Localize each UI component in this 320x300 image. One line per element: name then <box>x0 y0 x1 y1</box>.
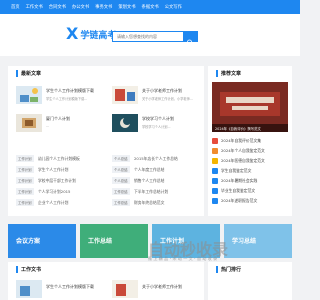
nav-item-office[interactable]: 办公文书 <box>72 4 89 10</box>
nav-item-official[interactable]: 公文写作 <box>165 4 182 10</box>
thumb-image-4[interactable] <box>112 114 138 132</box>
article-title-4[interactable]: 学校学习个人计划 <box>142 116 174 122</box>
latest-title: 最新文章 <box>21 70 42 77</box>
work-header: 工作文书 <box>8 262 204 276</box>
article-title-2[interactable]: 关于小学老师工作计划 <box>142 88 182 94</box>
article-title-3[interactable]: 厦门个人计划 <box>46 116 70 122</box>
rank-item[interactable]: 2024年自我评价范文集 <box>212 136 292 146</box>
list-tag[interactable]: 工作总结 <box>112 188 130 195</box>
site-logo[interactable]: X 学链高考 <box>66 26 116 42</box>
banner-study[interactable]: 学习总结 <box>224 224 292 258</box>
logo-text: 学链高考 <box>80 30 117 41</box>
article-sub-4: 学校学习个人计划... <box>142 125 171 129</box>
list-item[interactable]: 企业个人工作计划 <box>38 200 68 206</box>
list-item[interactable]: 2015年店长个人工作总结 <box>134 156 178 162</box>
rank-item[interactable]: 2024年个人自我鉴定范文 <box>212 146 292 156</box>
hot-title: 热门排行 <box>221 266 242 273</box>
thumb-image-2[interactable] <box>112 86 138 104</box>
list-item[interactable]: 学校中层干部工作计划 <box>38 178 76 184</box>
recommend-header: 推荐文章 <box>208 66 292 80</box>
nav-item-work[interactable]: 工作文书 <box>26 4 43 10</box>
nav-item-home[interactable]: 首页 <box>11 4 20 10</box>
latest-panel: 最新文章 学生个人工作计划模版下载 学生个人工作计划模版下载... 关于小学老师… <box>8 66 204 216</box>
nav-item-contract[interactable]: 合同文书 <box>49 4 66 10</box>
list-tag[interactable]: 个人总结 <box>112 155 130 162</box>
rank-item[interactable]: 2024年医德自我鉴定范文 <box>212 156 292 166</box>
list-item[interactable]: 幼儿园个人工作计划模板 <box>38 156 80 162</box>
article-title-1[interactable]: 学生个人工作计划模版下载 <box>46 88 94 94</box>
search-button[interactable] <box>183 32 197 46</box>
list-item[interactable]: 销售个人工作总结 <box>134 178 164 184</box>
search-box <box>112 31 198 46</box>
rank-list: 2024年自我评价范文集 2024年个人自我鉴定范文 2024年医德自我鉴定范文… <box>212 136 292 206</box>
list-tag[interactable]: 工作计划 <box>16 177 34 184</box>
rank-item[interactable]: 毕业生自我鉴定范文 <box>212 186 292 196</box>
list-tag[interactable]: 工作计划 <box>16 199 34 206</box>
list-item[interactable]: 个人年度工作总结 <box>134 167 164 173</box>
work-article-1[interactable]: 学生个人工作计划模版下载 <box>46 284 94 290</box>
list-item[interactable]: 学生个人工作计划 <box>38 167 68 173</box>
thumb-image-1[interactable] <box>16 86 42 104</box>
rank-item[interactable]: 2024年暑期社会实践 <box>212 176 292 186</box>
list-item[interactable]: 财务年终总结范文 <box>134 200 164 206</box>
article-sub-1: 学生个人工作计划模版下载... <box>46 97 88 101</box>
work-title: 工作文书 <box>21 266 42 273</box>
thumb-image-3[interactable] <box>16 114 42 132</box>
recommend-panel: 推荐文章 2024年《自我评价》撰写范文 2024年自我评价范文集 2024年个… <box>208 66 292 216</box>
list-tag[interactable]: 个人总结 <box>112 166 130 173</box>
article-sub-3: ... <box>46 124 50 128</box>
rank-item[interactable]: 学生自我鉴定范文 <box>212 166 292 176</box>
latest-header: 最新文章 <box>8 66 204 80</box>
featured-caption[interactable]: 2024年《自我评价》撰写范文 <box>215 126 261 131</box>
logo-mark: X <box>66 24 79 43</box>
list-tag[interactable]: 工作计划 <box>16 155 34 162</box>
site-header: X 学链高考 <box>0 14 300 56</box>
article-sub-2: 关于小学老师工作计划，小学老师... <box>142 97 193 101</box>
nav-item-receipts[interactable]: 条据文书 <box>142 4 159 10</box>
list-tag[interactable]: 工作总结 <box>112 199 130 206</box>
nav-item-plan[interactable]: 策划文书 <box>118 4 135 10</box>
list-tag[interactable]: 个人总结 <box>112 177 130 184</box>
list-item[interactable]: 个人学习计划2015 <box>38 189 70 195</box>
work-panel: 工作文书 学生个人工作计划模版下载 关于小学老师工作计划 <box>8 262 204 300</box>
hot-header: 热门排行 <box>208 262 292 276</box>
list-tag[interactable]: 工作计划 <box>16 166 34 173</box>
top-nav: 首页 工作文书 合同文书 办公文书 事务文书 策划文书 条据文书 公文写作 <box>0 0 300 14</box>
recommend-title: 推荐文章 <box>221 70 242 77</box>
list-tag[interactable]: 工作计划 <box>16 188 34 195</box>
nav-item-affairs[interactable]: 事务文书 <box>95 4 112 10</box>
thumb-image-5[interactable] <box>16 280 42 298</box>
thumb-image-6[interactable] <box>112 280 138 298</box>
work-article-2[interactable]: 关于小学老师工作计划 <box>142 284 182 290</box>
list-item[interactable]: 下半年工作总结计划 <box>134 189 168 195</box>
search-icon <box>187 39 193 46</box>
banner-summary[interactable]: 工作总结 <box>80 224 148 258</box>
banner-meeting[interactable]: 会议方案 <box>8 224 76 258</box>
rank-item[interactable]: 2024年述职报告范文 <box>212 196 292 206</box>
search-input[interactable] <box>117 34 183 39</box>
hot-panel: 热门排行 <box>208 262 292 300</box>
